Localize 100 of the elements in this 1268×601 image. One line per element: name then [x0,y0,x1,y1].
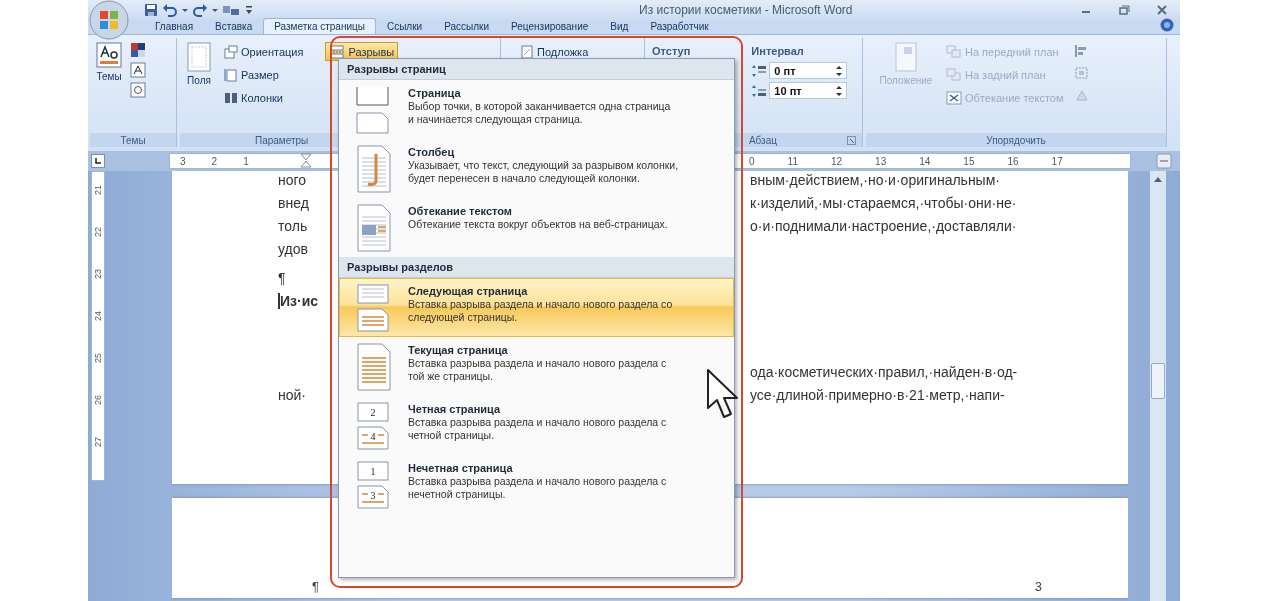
ribbon-tab[interactable]: Рецензирование [500,18,600,34]
menu-item-title: Нечетная страница [408,462,514,474]
menu-item-title: Обтекание текстом [408,205,513,217]
ribbon-tab[interactable]: Разметка страницы [263,18,376,34]
text-line: усе·длиной·примерно·в·21·метр,·напи- [750,386,1005,403]
close-icon[interactable] [1156,4,1168,16]
text-line: удов [278,240,308,257]
column-break-icon [354,144,394,194]
menu-item-title: Четная страница [408,403,502,415]
ruler-number: 16 [1007,155,1019,167]
help-icon[interactable] [1160,18,1174,32]
menu-item[interactable]: 1 3 Нечетная страница Вставка разрыва раздела и начало нового раздела с нечетной страницы. [339,455,734,514]
text-line: ода·косметических·правил,·найден·в·од- [750,363,1018,380]
orientation-button[interactable]: Ориентация [220,42,308,61]
spacing-after-field[interactable]: 10 пт [769,82,848,99]
menu-item[interactable]: Следующая страница Вставка разрыва раздела и начало нового раздела со следующей страницы. [339,278,734,337]
ribbon-tab[interactable]: Главная [144,18,205,34]
dialog-launcher-icon[interactable] [847,135,856,145]
ruler-number: 27 [92,437,104,447]
scrollbar[interactable] [1150,171,1166,601]
size-button[interactable]: Размер [220,65,308,84]
ruler-number: 0 [749,155,755,167]
spacing-label: Интервал [751,44,805,59]
scroll-up-icon[interactable] [1153,175,1163,183]
text-line: толь [278,217,308,234]
text-line: вным·действием,·но·и·оригинальным· [750,171,1000,188]
menu-item[interactable]: Текущая страница Вставка разрыва раздела и начало нового раздела с той же страницы. [339,337,734,396]
columns-button[interactable]: Колонки [220,88,308,107]
ruler-number: 26 [92,395,104,405]
text-wrap-icon [354,203,394,253]
text-line: внед [278,194,309,211]
scrollbar-thumb[interactable] [1151,363,1165,399]
menu-item[interactable]: Обтекание текстом Обтекание текста вокруг объектов на веб-страницах. [339,198,734,257]
menu-item-description: Вставка разрыва раздела и начало нового раздела с нечетной страницы. [408,475,667,501]
menu-item[interactable]: 2 4 Четная страница Вставка разрыва раздела и начало нового раздела с четной страницы. [339,396,734,455]
ruler-number: 23 [92,269,104,279]
layers-icon [946,44,962,59]
tab-selector-icon[interactable] [91,154,105,168]
ruler-number: 3 [180,155,186,167]
ribbon-tab[interactable]: Вид [599,18,640,34]
page-number: 3 [1034,579,1042,594]
ruler-number: 14 [919,155,931,167]
ruler-toggle-icon[interactable] [1156,153,1172,169]
menu-section-heading: Разрывы страниц [339,59,734,80]
page-icon [224,67,238,82]
undo-icon[interactable] [162,3,178,17]
window-title: Из истории косметики - Microsoft Word [638,3,854,17]
ruler-number: 15 [963,155,975,167]
redo-icon[interactable] [192,3,208,17]
ruler-number: 25 [92,353,104,363]
indent-label: Отступ [652,44,691,59]
ribbon-tab[interactable]: Разработчик [639,18,720,34]
text-line: ¶ [278,269,286,286]
style-icon[interactable] [222,3,240,17]
ruler-number: 11 [787,155,798,167]
group-label: Абзац [748,134,777,146]
ruler-number: 21 [92,185,104,195]
spacing-before-icon [751,63,768,78]
ruler-number: 22 [92,227,104,237]
themes-button[interactable]: Темы [94,42,124,82]
paragraph-mark: ¶ [312,579,319,594]
restore-icon[interactable] [1118,4,1130,16]
indent-marker-icon[interactable] [300,153,312,169]
menu-item-description: Указывает, что текст, следующий за разрывом колонки, будет перенесен в начало следующей колонки. [408,159,679,185]
text-line: о·и·поднимали·настроение,·доставляли· [750,217,1017,234]
menu-item-description: Вставка разрыва раздела и начало нового раздела с четной страницы. [408,416,667,442]
spinner-icon[interactable] [836,64,843,77]
group-label: Темы [90,133,176,147]
ruler-number: 24 [92,311,104,321]
ribbon-tab[interactable]: Рассылки [433,18,501,34]
ruler-number: 12 [830,155,843,167]
page-icon [224,44,238,59]
spacing-after-icon [751,83,768,98]
group-label: Упорядочить [866,133,1166,147]
save-icon[interactable] [144,3,158,17]
menu-item-description: Обтекание текста вокруг объектов на веб-страницах. [408,218,668,231]
spacing-before-field[interactable]: 0 пт [769,62,848,79]
layers-icon [946,67,962,82]
ribbon-tab[interactable]: Вставка [204,18,264,34]
menu-item-title: Столбец [408,146,456,158]
menu-section-heading: Разрывы разделов [339,257,734,278]
menu-item-description: Вставка разрыва раздела и начало нового раздела с той же страницы. [408,357,667,383]
ruler-number: 1 [243,155,249,167]
columns-icon [224,90,238,105]
themes-icon [96,42,122,68]
spinner-icon[interactable] [836,84,843,97]
text-wrap-icon [946,90,962,105]
watermark-button[interactable]: Подложка [516,42,593,61]
menu-item-title: Страница [408,87,462,99]
margins-icon [186,42,212,72]
margins-button[interactable]: Поля [184,42,214,86]
page-break-icon [354,342,394,392]
menu-item-description: Выбор точки, в которой заканчивается одна страница и начинается следующая страница. [408,100,671,126]
ruler-number: 17 [1051,155,1063,167]
ribbon-tab[interactable]: Ссылки [375,18,434,34]
position-icon [895,42,917,72]
text-line: к·изделий,·мы·стараемся,·чтобы·они·не· [750,194,1017,211]
menu-item-title: Следующая страница [408,285,529,297]
ruler-number: 13 [875,155,887,167]
menu-item-description: Вставка разрыва раздела и начало нового раздела со следующей страницы. [408,298,673,324]
